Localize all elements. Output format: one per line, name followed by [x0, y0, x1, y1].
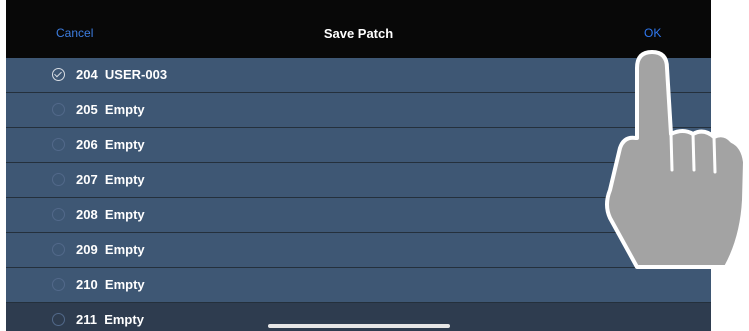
home-indicator	[268, 324, 450, 328]
radio-circle-icon	[52, 138, 65, 151]
ok-button[interactable]: OK	[644, 26, 661, 40]
patch-label: 207 Empty	[76, 172, 145, 187]
radio-circle-icon	[52, 313, 65, 326]
page-title: Save Patch	[323, 26, 394, 41]
patch-label: 210 Empty	[76, 277, 145, 292]
radio-circle-icon	[52, 278, 65, 291]
patch-label: 209 Empty	[76, 242, 145, 257]
radio-circle-icon	[52, 173, 65, 186]
patch-label: 208 Empty	[76, 207, 145, 222]
pointing-hand-icon	[605, 50, 747, 269]
patch-label: 204 USER-003	[76, 67, 168, 82]
patch-label: 211 Empty	[76, 312, 144, 327]
patch-label: 206 Empty	[76, 137, 145, 152]
check-circle-icon	[52, 68, 65, 81]
radio-circle-icon	[52, 243, 65, 256]
patch-label: 205 Empty	[76, 102, 145, 117]
radio-circle-icon	[52, 103, 65, 116]
patch-row-210[interactable]: 210 Empty	[6, 268, 711, 303]
radio-circle-icon	[52, 208, 65, 221]
